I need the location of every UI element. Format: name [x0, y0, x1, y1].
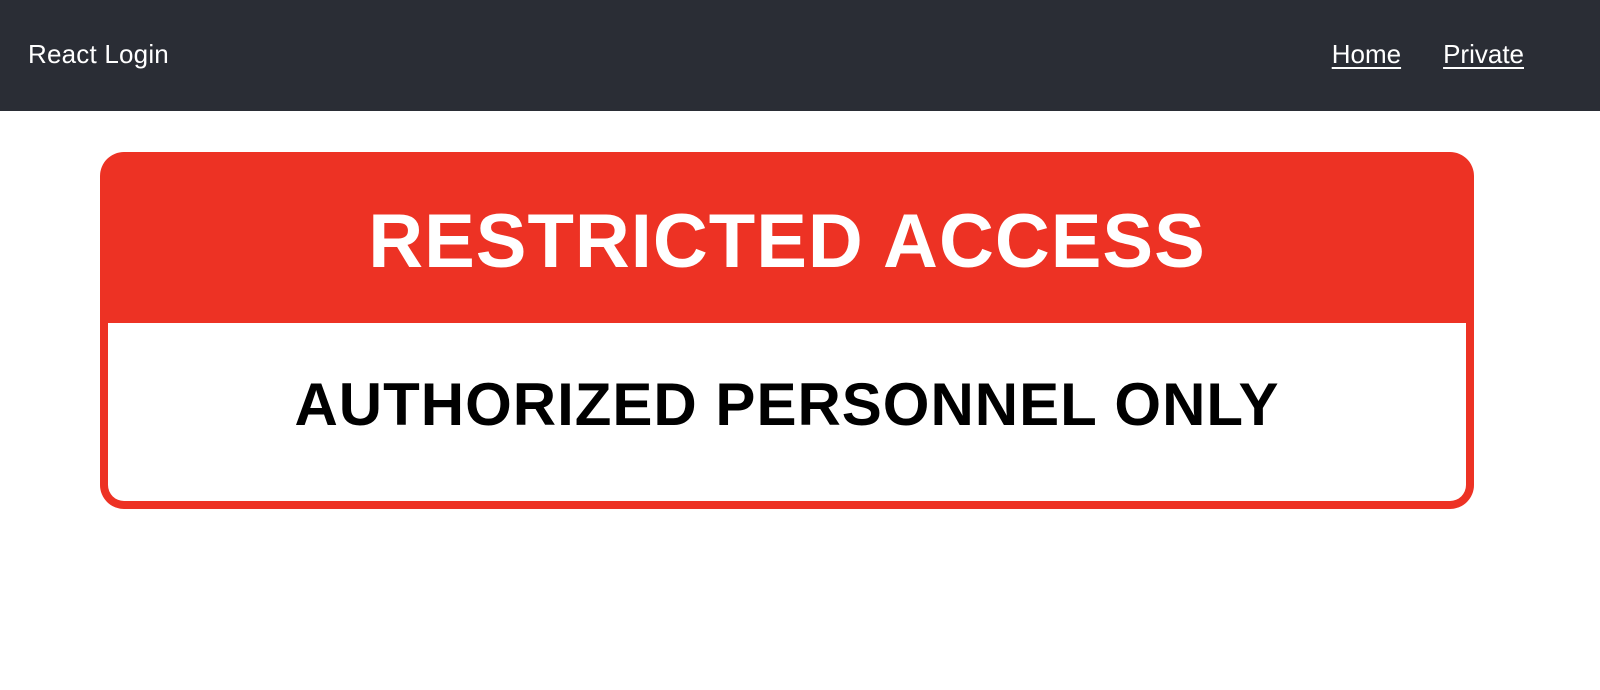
nav-links: Home Private — [1332, 39, 1524, 70]
nav-link-private[interactable]: Private — [1443, 39, 1524, 70]
nav-link-home[interactable]: Home — [1332, 39, 1401, 70]
brand-title: React Login — [28, 39, 169, 69]
sign-header: RESTRICTED ACCESS — [100, 152, 1474, 323]
restricted-access-sign: RESTRICTED ACCESS AUTHORIZED PERSONNEL O… — [100, 152, 1474, 509]
navbar: React Login Home Private — [0, 0, 1600, 111]
sign-title: RESTRICTED ACCESS — [368, 199, 1206, 284]
sign-body: AUTHORIZED PERSONNEL ONLY — [108, 323, 1466, 501]
sign-subtitle: AUTHORIZED PERSONNEL ONLY — [294, 370, 1280, 438]
